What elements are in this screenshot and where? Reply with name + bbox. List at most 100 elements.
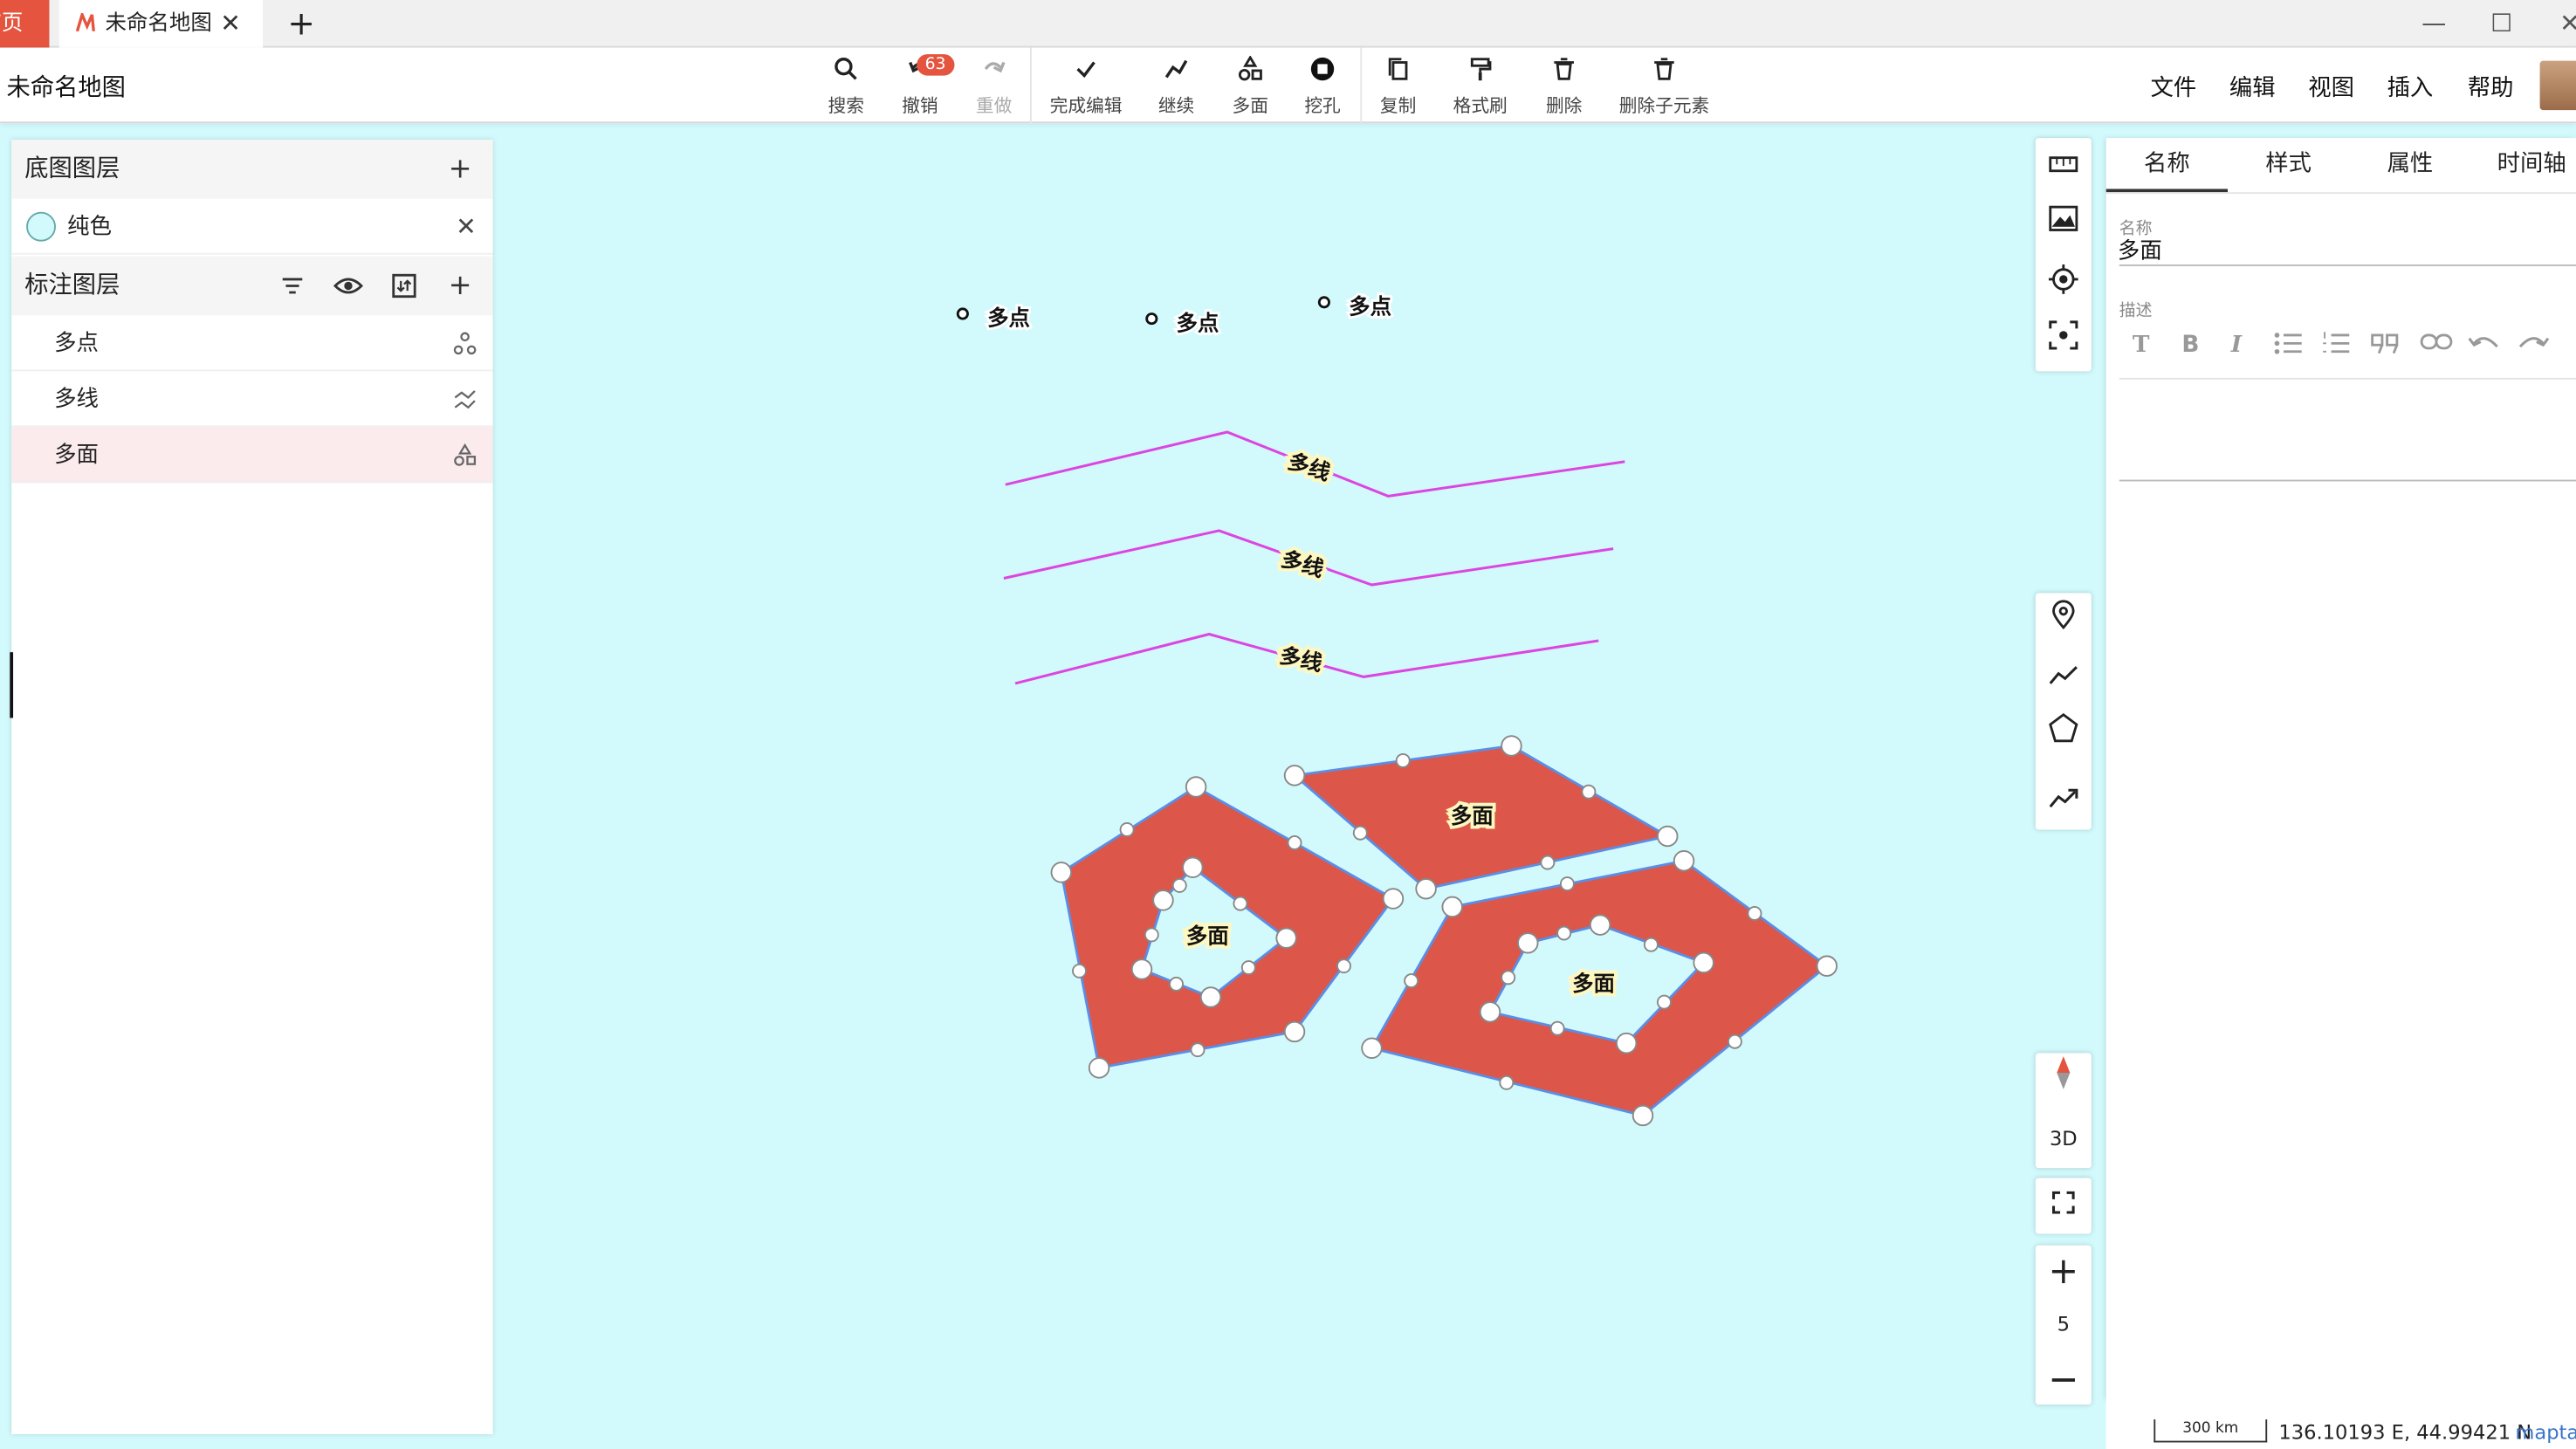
base-layer-item[interactable]: 纯色 ✕ xyxy=(11,199,493,255)
window-close-button[interactable]: ✕ xyxy=(2559,0,2576,48)
layer-name: 多线 xyxy=(54,386,99,413)
undo-label: 撤销 xyxy=(902,95,938,117)
multipoint-feature[interactable]: 多点 多点 多点 xyxy=(956,292,1394,338)
editor-toolbar-divider xyxy=(2119,377,2576,380)
annotation-layers-header: 标注图层 + xyxy=(11,256,493,316)
remove-layer-icon[interactable]: ✕ xyxy=(456,199,477,255)
tab-timeline[interactable]: 时间轴 xyxy=(2471,138,2576,192)
tab-close-icon[interactable]: ✕ xyxy=(220,0,241,48)
continue-button[interactable]: 继续 xyxy=(1151,56,1200,119)
basemap-icon[interactable] xyxy=(2036,196,2092,251)
eye-icon[interactable] xyxy=(333,257,364,316)
menu-edit[interactable]: 编辑 xyxy=(2229,71,2276,104)
tab-divider xyxy=(2105,192,2576,195)
check-icon xyxy=(1045,56,1127,89)
3d-toggle-button[interactable]: 3D xyxy=(2036,1110,2092,1166)
add-annotation-layer-icon[interactable]: + xyxy=(449,257,472,316)
italic-icon[interactable]: I xyxy=(2231,332,2242,358)
search-label: 搜索 xyxy=(828,95,864,117)
tab-name[interactable]: 名称 xyxy=(2105,138,2229,193)
polygon-label: 多面 xyxy=(1451,803,1494,828)
format-painter-button[interactable]: 格式刷 xyxy=(1447,56,1513,119)
undo-button[interactable]: 63 撤销 xyxy=(896,54,954,119)
compass-icon[interactable] xyxy=(2036,1054,2092,1110)
delete-child-button[interactable]: 删除子元素 xyxy=(1613,56,1715,119)
line-label: 多线 xyxy=(1285,448,1334,485)
menu-insert[interactable]: 插入 xyxy=(2387,71,2434,104)
brand-link[interactable]: mapta xyxy=(2515,1421,2576,1444)
toolbar-divider xyxy=(1030,47,1032,124)
numbered-list-icon[interactable] xyxy=(2321,332,2351,361)
redo-button[interactable]: 重做 xyxy=(969,56,1018,119)
delete-label: 删除 xyxy=(1545,95,1583,117)
menu-view[interactable]: 视图 xyxy=(2308,71,2354,104)
marker-icon[interactable] xyxy=(2036,593,2092,649)
copy-button[interactable]: 复制 xyxy=(1373,56,1422,119)
format-brush-icon xyxy=(1447,56,1513,89)
filter-icon[interactable] xyxy=(279,257,306,316)
cursor-coordinates: 136.10193 E, 44.99421 N xyxy=(2278,1421,2532,1445)
color-swatch xyxy=(26,211,56,242)
multipolygon-feature[interactable] xyxy=(1060,745,1830,1117)
hole-icon xyxy=(1298,56,1347,89)
map-point[interactable] xyxy=(1317,296,1330,309)
multipolygon-label: 多面 xyxy=(1232,95,1268,117)
maximize-button[interactable]: ☐ xyxy=(2490,0,2512,48)
cut-hole-label: 挖孔 xyxy=(1304,95,1341,117)
text-format-icon[interactable]: T xyxy=(2133,332,2150,358)
locate-icon[interactable] xyxy=(2036,258,2092,313)
trend-line-icon[interactable] xyxy=(2036,773,2092,829)
finish-edit-button[interactable]: 完成编辑 xyxy=(1045,56,1127,119)
finish-edit-label: 完成编辑 xyxy=(1049,95,1123,117)
fullscreen-icon[interactable] xyxy=(2036,1178,2092,1233)
format-painter-label: 格式刷 xyxy=(1453,95,1508,117)
tab-home[interactable]: 首页 xyxy=(0,0,50,48)
base-layers-title: 底图图层 xyxy=(24,155,120,182)
draw-line-icon[interactable] xyxy=(2036,650,2092,706)
trash-icon xyxy=(1539,56,1588,89)
status-bar: 300 km 136.10193 E, 44.99421 N mapta xyxy=(2105,1399,2576,1449)
layer-item-multiline[interactable]: 多线 xyxy=(11,371,493,428)
minimize-button[interactable]: — xyxy=(2421,0,2446,48)
import-icon[interactable] xyxy=(391,257,417,316)
point-label: 多点 xyxy=(1177,310,1219,335)
ruler-icon[interactable] xyxy=(2036,138,2092,194)
redo-icon xyxy=(969,56,1018,89)
fullscreen-group xyxy=(2035,1178,2092,1234)
add-base-layer-icon[interactable]: + xyxy=(449,140,472,199)
layer-item-multipoint[interactable]: 多点 xyxy=(11,315,493,372)
map-point[interactable] xyxy=(1145,312,1158,326)
tab-untitled-map[interactable]: 未命名地图 ✕ xyxy=(58,0,264,48)
menu-help[interactable]: 帮助 xyxy=(2468,71,2514,104)
search-button[interactable]: 搜索 xyxy=(821,56,870,119)
layer-item-multipolygon[interactable]: 多面 xyxy=(11,427,493,484)
annotation-layers-title: 标注图层 xyxy=(24,272,120,299)
name-field-value[interactable]: 多面 xyxy=(2118,231,2162,264)
cut-hole-button[interactable]: 挖孔 xyxy=(1298,56,1347,119)
quote-icon[interactable] xyxy=(2371,332,2401,361)
zoom-out-icon[interactable] xyxy=(2036,1347,2092,1403)
delete-button[interactable]: 删除 xyxy=(1539,56,1588,119)
avatar[interactable] xyxy=(2539,60,2576,111)
description-label: 描述 xyxy=(2119,302,2153,321)
description-underline xyxy=(2119,479,2576,482)
tab-style[interactable]: 样式 xyxy=(2228,138,2349,192)
focus-icon[interactable] xyxy=(2036,313,2092,369)
map-point[interactable] xyxy=(956,307,969,320)
bullet-list-icon[interactable] xyxy=(2274,332,2304,361)
map-logo-icon xyxy=(75,13,95,32)
bold-icon[interactable]: B xyxy=(2181,332,2199,358)
tab-attributes[interactable]: 属性 xyxy=(2349,138,2470,192)
multipolygon-button[interactable]: 多面 xyxy=(1226,55,1274,119)
menu-file[interactable]: 文件 xyxy=(2151,71,2197,104)
new-tab-button[interactable]: + xyxy=(287,0,315,46)
multiline-icon xyxy=(453,371,476,427)
undo-text-icon[interactable] xyxy=(2468,332,2501,358)
draw-polygon-icon[interactable] xyxy=(2036,706,2092,762)
redo-label: 重做 xyxy=(975,95,1013,117)
link-icon[interactable] xyxy=(2420,332,2453,358)
shapes-icon xyxy=(1226,55,1274,89)
redo-text-icon[interactable] xyxy=(2517,332,2550,358)
zoom-in-icon[interactable]: + xyxy=(2036,1246,2092,1301)
base-layer-name: 纯色 xyxy=(67,213,112,240)
